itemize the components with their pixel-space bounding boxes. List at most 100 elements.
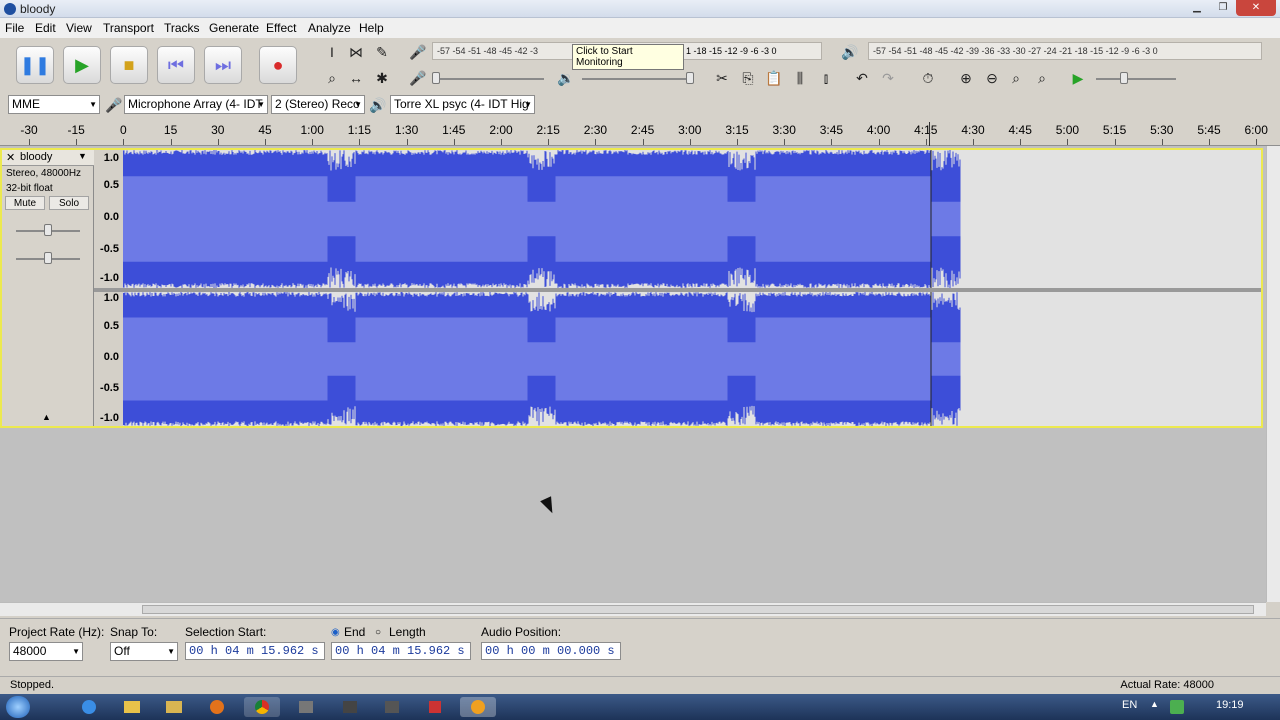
taskbar-ie-icon[interactable]: [72, 697, 108, 717]
zoom-in-icon[interactable]: ⊕: [956, 68, 976, 88]
ruler-tick-label: 1:00: [300, 123, 324, 137]
play-button[interactable]: ▶: [63, 46, 101, 84]
sync-lock-icon[interactable]: ⏱: [918, 68, 938, 88]
language-indicator[interactable]: EN: [1122, 699, 1137, 711]
horizontal-scrollbar[interactable]: [0, 602, 1266, 616]
pause-button[interactable]: ❚❚: [16, 46, 54, 84]
snap-to-select[interactable]: Off ▼: [110, 642, 178, 661]
ruler-tick-label: -30: [20, 123, 38, 137]
gain-slider[interactable]: [44, 224, 52, 236]
track-close-icon[interactable]: ✕: [6, 151, 15, 164]
skip-end-icon: ⏭: [214, 55, 232, 75]
ruler-tick-mark: [1256, 139, 1258, 145]
taskbar-audacity-icon[interactable]: [460, 697, 496, 717]
mute-button[interactable]: Mute: [5, 196, 45, 210]
taskbar-folder-icon[interactable]: [156, 697, 192, 717]
length-radio[interactable]: ○: [375, 627, 381, 638]
input-device-select[interactable]: Microphone Array (4- IDT ▼: [124, 95, 268, 114]
device-toolbar: MME ▼ 🎤 Microphone Array (4- IDT ▼ 2 (Ster…: [0, 93, 1280, 117]
menu-help[interactable]: Help: [359, 21, 384, 35]
vertical-scrollbar[interactable]: [1266, 146, 1280, 602]
ruler-tick-mark: [595, 139, 597, 145]
collapse-track-icon[interactable]: ▲: [42, 412, 51, 422]
ruler-tick-label: 3:45: [819, 123, 844, 137]
cut-icon[interactable]: ✂: [712, 68, 732, 88]
stop-button[interactable]: ■: [110, 46, 148, 84]
zoom-out-icon[interactable]: ⊖: [982, 68, 1002, 88]
ruler-tick-mark: [217, 139, 219, 145]
taskbar-app-icon[interactable]: [288, 697, 324, 717]
fit-project-icon[interactable]: ⌕: [1032, 68, 1052, 88]
selection-end-field[interactable]: 00 h 04 m 15.962 s: [331, 642, 471, 660]
taskbar-firefox-icon[interactable]: [200, 697, 236, 717]
ruler-tick-label: 4:45: [1008, 123, 1032, 137]
skip-to-start-button[interactable]: ⏮: [157, 46, 195, 84]
menu-generate[interactable]: Generate: [209, 21, 259, 35]
menu-tracks[interactable]: Tracks: [164, 21, 200, 35]
track-header[interactable]: ✕ bloody ▼: [2, 150, 94, 166]
pan-slider[interactable]: [44, 252, 52, 264]
skip-to-end-button[interactable]: ⏭: [204, 46, 242, 84]
record-button[interactable]: ●: [259, 46, 297, 84]
selection-start-field[interactable]: 00 h 04 m 15.962 s: [185, 642, 325, 660]
maximize-button[interactable]: ❐: [1210, 0, 1236, 16]
playback-meter[interactable]: -57 -54 -51 -48 -45 -42 -39 -36 -33 -30 …: [868, 42, 1262, 60]
envelope-tool-icon[interactable]: ⋈: [346, 42, 366, 62]
menu-edit[interactable]: Edit: [35, 21, 56, 35]
horizontal-scroll-thumb[interactable]: [142, 605, 1254, 614]
taskbar-chrome-icon[interactable]: [244, 697, 280, 717]
track-area[interactable]: ✕ bloody ▼ Stereo, 48000Hz 32-bit float …: [0, 146, 1266, 602]
audio-host-select[interactable]: MME ▼: [8, 95, 100, 114]
taskbar-app-icon[interactable]: [332, 697, 368, 717]
draw-tool-icon[interactable]: ✎: [372, 42, 392, 62]
track-menu-chevron-icon[interactable]: ▼: [78, 151, 87, 161]
project-rate-select[interactable]: 48000 ▼: [9, 642, 83, 661]
taskbar-explorer-icon[interactable]: [114, 697, 150, 717]
record-volume-slider[interactable]: [432, 72, 440, 84]
fit-selection-icon[interactable]: ⌕: [1006, 68, 1026, 88]
start-button-icon[interactable]: [6, 696, 30, 718]
paste-icon[interactable]: 📋: [764, 68, 784, 88]
play-speed-slider[interactable]: [1120, 72, 1128, 84]
playback-meter-scale: -57 -54 -51 -48 -45 -42 -39 -36 -33 -30 …: [873, 46, 1158, 56]
input-channels-select[interactable]: 2 (Stereo) Reco ▼: [271, 95, 365, 114]
redo-icon[interactable]: ↷: [878, 68, 898, 88]
taskbar-app-icon[interactable]: [418, 697, 454, 717]
time-shift-tool-icon[interactable]: ↔: [346, 68, 366, 88]
taskbar-app-icon[interactable]: [374, 697, 410, 717]
copy-icon[interactable]: ⎘: [738, 68, 758, 88]
track-control-panel: ✕ bloody ▼ Stereo, 48000Hz 32-bit float …: [2, 150, 94, 426]
solo-button[interactable]: Solo: [49, 196, 89, 210]
minimize-button[interactable]: ▁: [1184, 0, 1210, 16]
selection-tool-icon[interactable]: I: [322, 42, 342, 62]
end-radio[interactable]: ◉: [331, 627, 340, 638]
playback-volume-slider[interactable]: [686, 72, 694, 84]
clock[interactable]: 19:19: [1216, 699, 1244, 711]
play-at-speed-icon[interactable]: ▶: [1068, 68, 1088, 88]
audio-track[interactable]: ✕ bloody ▼ Stereo, 48000Hz 32-bit float …: [0, 148, 1263, 428]
output-device-select[interactable]: Torre XL psyc (4- IDT Hig ▼: [390, 95, 535, 114]
multi-tool-icon[interactable]: ✱: [372, 68, 392, 88]
menu-view[interactable]: View: [66, 21, 92, 35]
tray-network-icon[interactable]: [1170, 700, 1184, 714]
ruler-tick-mark: [123, 139, 125, 145]
play-icon: ▶: [75, 55, 89, 75]
menu-effect[interactable]: Effect: [266, 21, 296, 35]
channel-1-waveform[interactable]: [123, 150, 1261, 288]
selection-toolbar: Project Rate (Hz): 48000 ▼ Snap To: Off ▼ …: [0, 618, 1280, 676]
audio-position-label: Audio Position:: [481, 625, 562, 639]
zoom-tool-icon[interactable]: ⌕: [322, 68, 342, 88]
menu-analyze[interactable]: Analyze: [308, 21, 351, 35]
playhead-marker[interactable]: [929, 122, 930, 146]
tray-expand-icon[interactable]: ▲: [1150, 699, 1159, 709]
menu-transport[interactable]: Transport: [103, 21, 154, 35]
audio-position-field[interactable]: 00 h 00 m 00.000 s: [481, 642, 621, 660]
undo-icon[interactable]: ↶: [852, 68, 872, 88]
silence-icon[interactable]: ⫾: [816, 68, 836, 88]
close-button[interactable]: ✕: [1236, 0, 1276, 16]
input-mic-icon: 🎤: [105, 97, 123, 113]
menu-file[interactable]: File: [5, 21, 24, 35]
timeline-ruler[interactable]: -30 -15 0 15 30 45 1:00 1:15 1:30 1:45 2:00 2:15 2:3…: [0, 118, 1280, 146]
channel-2-waveform[interactable]: [123, 292, 1261, 426]
trim-icon[interactable]: ⫼: [790, 68, 810, 88]
